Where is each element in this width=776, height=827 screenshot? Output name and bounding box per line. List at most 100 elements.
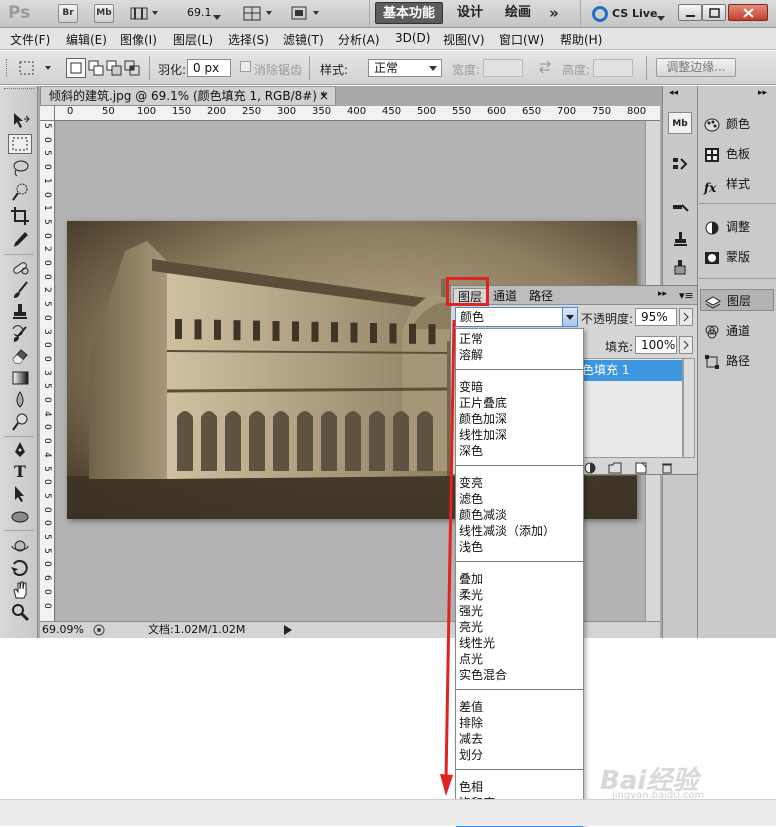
ellipse-tool[interactable]	[8, 506, 32, 526]
blend-mode-option[interactable]: 正常	[459, 331, 483, 347]
blend-mode-option[interactable]: 正片叠底	[459, 395, 507, 411]
blend-mode-option[interactable]: 差值	[459, 699, 483, 715]
blend-mode-option[interactable]: 实色混合	[459, 667, 507, 683]
blend-mode-option[interactable]: 溶解	[459, 347, 483, 363]
clone-source-icon[interactable]	[668, 230, 692, 252]
blend-mode-option[interactable]: 线性减淡（添加）	[459, 523, 555, 539]
marquee-preset-button[interactable]	[16, 59, 56, 77]
menu-layer[interactable]: 图层(L)	[173, 31, 213, 48]
rectangular-marquee-tool[interactable]	[8, 134, 32, 154]
workspace-design-button[interactable]: 设计	[450, 2, 490, 24]
menu-analysis[interactable]: 分析(A)	[338, 31, 380, 48]
quick-selection-tool[interactable]	[8, 182, 32, 202]
paths-panel-button[interactable]: 路径	[704, 350, 774, 372]
3d-rotate-tool[interactable]	[8, 536, 32, 556]
new-selection-button[interactable]	[66, 58, 86, 78]
hand-tool[interactable]	[8, 580, 32, 600]
brush-presets-icon[interactable]	[668, 201, 692, 223]
blur-tool[interactable]	[8, 390, 32, 410]
menu-select[interactable]: 选择(S)	[228, 31, 269, 48]
blend-mode-option[interactable]: 亮光	[459, 619, 483, 635]
cs-live-button[interactable]: CS Live	[612, 7, 657, 20]
view-extras-button[interactable]	[130, 6, 160, 21]
blend-mode-option[interactable]: 变暗	[459, 379, 483, 395]
eraser-tool[interactable]	[8, 346, 32, 366]
menu-3d[interactable]: 3D(D)	[395, 31, 430, 45]
blend-mode-option[interactable]: 色相	[459, 779, 483, 795]
blend-mode-option[interactable]: 浅色	[459, 539, 483, 555]
blend-mode-option[interactable]: 叠加	[459, 571, 483, 587]
history-brush-tool[interactable]	[8, 324, 32, 344]
close-button[interactable]	[728, 4, 768, 21]
menu-window[interactable]: 窗口(W)	[499, 31, 544, 48]
lasso-tool[interactable]	[8, 158, 32, 178]
blend-mode-option[interactable]: 排除	[459, 715, 483, 731]
cs-live-icon[interactable]	[592, 6, 608, 25]
workspace-essentials-button[interactable]: 基本功能	[375, 2, 443, 24]
menu-filter[interactable]: 滤镜(T)	[283, 31, 324, 48]
blend-mode-option[interactable]: 线性加深	[459, 427, 507, 443]
tool-presets-icon[interactable]	[668, 258, 692, 280]
fill-slider-button[interactable]	[679, 336, 693, 354]
add-selection-button[interactable]	[86, 58, 106, 78]
refine-edge-button[interactable]: 调整边缘...	[656, 58, 736, 77]
fill-input[interactable]: 100%	[635, 336, 677, 354]
dodge-tool[interactable]	[8, 412, 32, 432]
new-layer-icon[interactable]	[635, 462, 647, 477]
height-input[interactable]	[593, 59, 633, 77]
layers-scrollbar[interactable]	[683, 358, 695, 458]
blend-mode-option[interactable]: 减去	[459, 731, 483, 747]
adjustments-panel-button[interactable]: 调整	[704, 216, 774, 238]
zoom-tool[interactable]	[8, 602, 32, 622]
masks-panel-button[interactable]: 蒙版	[704, 246, 774, 268]
blend-mode-select[interactable]: 颜色	[455, 307, 578, 327]
styles-panel-button[interactable]: fx 样式	[704, 173, 774, 195]
subtract-selection-button[interactable]	[104, 58, 124, 78]
style-select[interactable]: 正常	[368, 59, 442, 77]
zoom-dropdown-icon[interactable]	[213, 9, 221, 23]
move-tool[interactable]	[8, 110, 32, 130]
width-input[interactable]	[483, 59, 523, 77]
intersect-selection-button[interactable]	[122, 58, 142, 78]
brush-tool[interactable]	[8, 280, 32, 300]
screen-mode-button[interactable]	[290, 5, 322, 22]
blend-mode-option[interactable]: 颜色加深	[459, 411, 507, 427]
new-group-icon[interactable]	[608, 462, 622, 477]
adjustment-layer-icon[interactable]	[584, 462, 596, 477]
cs-live-dropdown-icon[interactable]	[657, 10, 665, 24]
pen-tool[interactable]	[8, 440, 32, 460]
tab-paths[interactable]: 路径	[525, 288, 557, 305]
more-workspaces-button[interactable]: »	[542, 2, 566, 24]
menu-file[interactable]: 文件(F)	[10, 31, 50, 48]
crop-tool[interactable]	[8, 206, 32, 226]
blend-mode-option[interactable]: 柔光	[459, 587, 483, 603]
blend-mode-option[interactable]: 划分	[459, 747, 483, 763]
tab-channels[interactable]: 通道	[489, 288, 521, 305]
3d-orbit-tool[interactable]	[8, 558, 32, 578]
arrange-documents-button[interactable]	[243, 5, 275, 22]
mini-bridge-button[interactable]: Mb	[94, 4, 114, 23]
blend-mode-option[interactable]: 变亮	[459, 475, 483, 491]
close-document-icon[interactable]: ×	[319, 87, 329, 105]
collapse-dock-icon[interactable]: ◂◂	[669, 88, 678, 98]
minimize-button[interactable]	[678, 4, 702, 21]
menu-edit[interactable]: 编辑(E)	[66, 31, 107, 48]
color-panel-button[interactable]: 颜色	[704, 113, 774, 135]
ruler-origin[interactable]	[40, 106, 55, 121]
menu-image[interactable]: 图像(I)	[120, 31, 157, 48]
path-selection-tool[interactable]	[8, 484, 32, 504]
collapse-panel-icon[interactable]: ▸▸	[658, 289, 667, 299]
layer-row-color-fill[interactable]: 色填充 1	[578, 360, 682, 381]
antialias-checkbox[interactable]	[240, 61, 251, 72]
workspace-painting-button[interactable]: 绘画	[498, 2, 538, 24]
spot-healing-tool[interactable]	[8, 258, 32, 278]
blend-mode-dropdown-button[interactable]	[562, 307, 578, 327]
blend-mode-option[interactable]: 强光	[459, 603, 483, 619]
swap-icon[interactable]	[538, 60, 552, 77]
menu-help[interactable]: 帮助(H)	[560, 31, 602, 48]
type-tool[interactable]: T	[8, 462, 32, 482]
status-info-icon[interactable]	[92, 623, 106, 641]
blend-mode-option[interactable]: 线性光	[459, 635, 495, 651]
blend-mode-option[interactable]: 颜色减淡	[459, 507, 507, 523]
opacity-slider-button[interactable]	[679, 308, 693, 326]
